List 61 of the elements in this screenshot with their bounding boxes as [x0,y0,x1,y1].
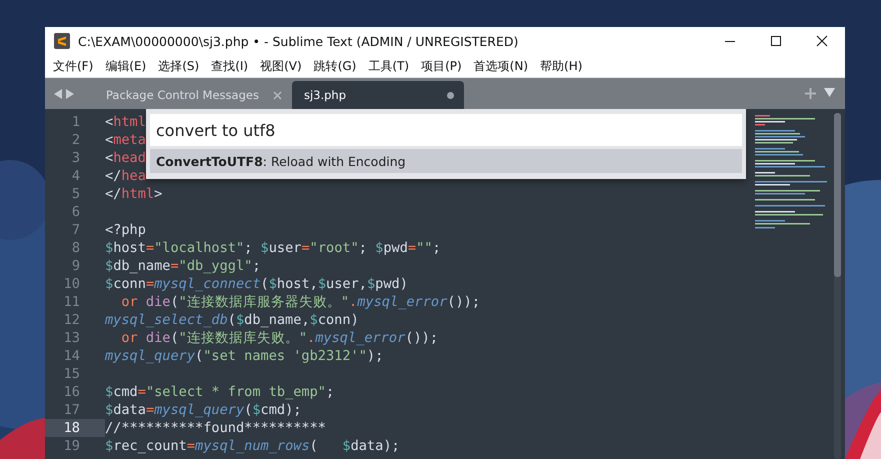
code-line: <meta [105,132,146,148]
line-number: 16 [62,384,80,400]
menu-item[interactable]: 首选项(N) [468,58,536,74]
menu-item[interactable]: 选择(S) [153,58,206,74]
menu-item[interactable]: 跳转(G) [308,58,364,74]
code-line: $rec_count=mysql_num_rows( $data); [105,438,400,454]
line-number: 5 [70,186,80,202]
line-number: 7 [70,222,80,238]
code-line: //**********found********** [105,420,326,436]
menu-item[interactable]: 项目(P) [416,58,469,74]
line-number: 15 [62,366,80,382]
command-input[interactable]: convert to utf8 [150,114,742,146]
code-line: $data=mysql_query($cmd); [105,402,302,418]
code-line: $cmd="select * from tb_emp"; [105,384,334,400]
menu-item[interactable]: 查找(I) [206,58,256,74]
code-line: <?php [105,222,146,238]
code-line: $host="localhost"; $user="root"; $pwd=""; [105,240,441,256]
forward-icon[interactable] [66,88,74,98]
menu-item[interactable]: 帮助(H) [535,58,590,74]
code-line: $db_name="db_yggl"; [105,258,261,274]
modified-dot-icon [446,92,454,98]
line-number: 10 [62,276,80,292]
close-icon[interactable] [272,90,282,100]
code-line: or die("连接数据库服务器失败。".mysql_error()); [121,293,480,311]
menu-item[interactable]: 视图(V) [255,58,309,74]
close-icon [816,35,828,47]
line-number: 8 [70,240,80,256]
code-line: mysql_query("set names 'gb2312'"); [105,348,384,364]
scrollbar[interactable] [834,113,841,459]
code-line: </hea [105,168,146,184]
code-line: $conn=mysql_connect($host,$user,$pwd) [105,276,408,292]
line-number: 11 [62,294,80,310]
plus-icon[interactable] [805,88,816,99]
menu-item[interactable]: 文件(F) [48,58,100,74]
tab[interactable]: sj3.php [292,81,464,109]
app-icon [54,33,70,49]
code-line: </html> [105,186,162,202]
line-number: 17 [62,402,80,418]
line-number: 9 [70,258,80,274]
line-number: 3 [70,150,80,166]
menu-item[interactable]: 工具(T) [363,58,416,74]
back-icon[interactable] [54,88,62,98]
line-number: 4 [70,168,80,184]
line-number: 2 [70,132,80,148]
code-line: mysql_select_db($db_name,$conn) [105,312,359,328]
line-number: 12 [62,312,80,328]
line-number: 18 [62,420,80,436]
minimap-drawing[interactable] [755,115,830,230]
line-number: 14 [62,348,80,364]
window-title: C:\EXAM\00000000\sj3.php • - Sublime Text (ADMIN / UNREGISTERED) [78,34,520,48]
line-number: 1 [70,114,80,130]
dropdown-icon[interactable] [824,88,835,97]
code-line: <html [105,114,146,130]
line-number: 6 [70,204,80,220]
menu-item[interactable]: 编辑(E) [100,58,154,74]
line-number: 19 [62,438,80,454]
line-number: 13 [62,330,80,346]
command-result[interactable]: ConvertToUTF8: Reload with Encoding [150,149,742,173]
maximize-icon [770,35,782,47]
code-line: <head [105,150,146,166]
code-line: or die("连接数据库失败。".mysql_error()); [121,329,438,347]
